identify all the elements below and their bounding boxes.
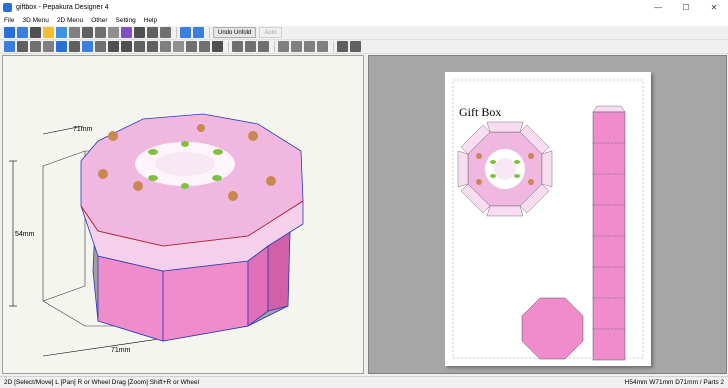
undo-unfold-button[interactable]: Undo Unfold [213,27,257,38]
copy-icon[interactable] [317,41,328,52]
window-title: giftbox - Pepakura Designer 4 [16,3,109,11]
arrange-icon[interactable] [350,41,361,52]
join-icon[interactable] [30,41,41,52]
print-pdf-icon[interactable] [212,41,223,52]
paper-title: Gift Box [459,105,502,119]
measure-icon[interactable] [95,27,106,38]
layout-split-icon[interactable] [193,27,204,38]
fit-icon[interactable] [337,41,348,52]
model-3d: 71mm 54mm 71mm [9,113,304,357]
view-3d[interactable]: 71mm 54mm 71mm [2,55,364,374]
app-icon [3,2,12,12]
minimize-button[interactable]: — [644,0,672,14]
scale-icon[interactable] [108,27,119,38]
toolbar-separator [274,41,275,52]
split-icon[interactable] [43,41,54,52]
move-icon[interactable] [4,41,15,52]
flap-edit-icon[interactable] [56,41,67,52]
open-icon[interactable] [4,27,15,38]
cut-icon[interactable] [173,41,184,52]
menu-2d[interactable]: 2D Menu [57,17,83,24]
auto-button[interactable]: Auto [259,27,282,38]
link-icon[interactable] [160,27,171,38]
zoom-out-icon[interactable] [245,41,256,52]
distribute-icon[interactable] [147,41,158,52]
side-strip [592,105,626,361]
close-button[interactable]: ✕ [700,0,728,14]
paper-sheet: Gift Box [445,72,651,366]
print-preview-icon[interactable] [199,41,210,52]
print-icon[interactable] [30,27,41,38]
paint-icon[interactable] [82,27,93,38]
menu-help[interactable]: Help [144,17,157,24]
fold-icon[interactable] [160,41,171,52]
redo-icon[interactable] [121,41,132,52]
flaps-icon[interactable] [147,27,158,38]
page-icon[interactable] [186,41,197,52]
layout-2d-icon[interactable] [180,27,191,38]
status-bar: 2D [Select/Move] L [Pan] R or Wheel Drag… [0,376,728,388]
align-icon[interactable] [134,41,145,52]
toolbar-separator [333,41,334,52]
hide-icon[interactable] [304,41,315,52]
toolbar-main: Undo Unfold Auto [0,26,728,40]
view-2d[interactable]: Gift Box [368,55,727,374]
unfold-icon[interactable] [43,27,54,38]
maximize-button[interactable]: ☐ [672,0,700,14]
dim-top-label: 71mm [73,126,93,133]
zoom-in-icon[interactable] [232,41,243,52]
status-left: 2D [Select/Move] L [Pan] R or Wheel Drag… [4,379,200,386]
menu-3d[interactable]: 3D Menu [22,17,48,24]
lines-icon[interactable] [134,27,145,38]
bottom-net [521,297,584,360]
undo-icon[interactable] [108,41,119,52]
menu-setting[interactable]: Setting [116,17,136,24]
rotate-icon[interactable] [17,41,28,52]
title-bar: giftbox - Pepakura Designer 4 — ☐ ✕ [0,0,728,14]
edge-icon[interactable] [69,27,80,38]
toolbar-separator [176,27,177,38]
lock-icon[interactable] [278,41,289,52]
menu-other[interactable]: Other [91,17,107,24]
dim-left-label: 54mm [15,231,35,238]
toolbar-edit [0,40,728,54]
save-icon[interactable] [17,27,28,38]
menu-file[interactable]: File [4,17,14,24]
texture-icon[interactable] [121,27,132,38]
image-icon[interactable] [82,41,93,52]
marker-icon[interactable] [95,41,106,52]
text-icon[interactable] [69,41,80,52]
dim-bottom-label: 71mm [111,347,131,354]
show-icon[interactable] [291,41,302,52]
lid-net [457,121,553,217]
grid-icon[interactable] [258,41,269,52]
toolbar-separator [209,27,210,38]
toolbar-separator [228,41,229,52]
status-right: H54mm W71mm D71mm / Parts 2 [624,379,724,386]
select-icon[interactable] [56,27,67,38]
menu-bar: File 3D Menu 2D Menu Other Setting Help [0,14,728,26]
